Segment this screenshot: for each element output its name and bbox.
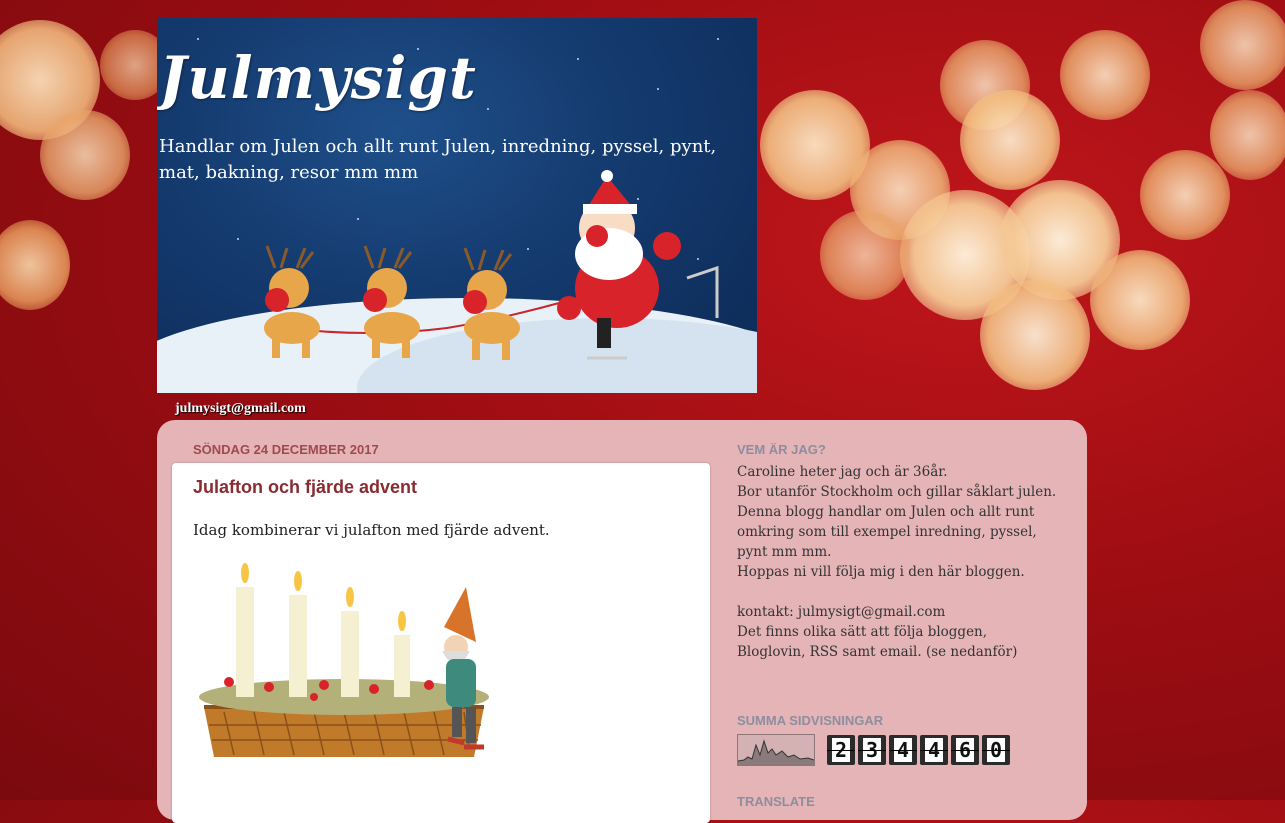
about-text: Caroline heter jag och är 36år. Bor utan… <box>737 462 1057 662</box>
advent-candles-image <box>199 563 489 757</box>
counter-digit: 4 <box>889 735 917 765</box>
about-line: Denna blogg handlar om Julen och allt ru… <box>737 504 1037 560</box>
post-body-text: Idag kombinerar vi julafton med fjärde a… <box>193 521 550 539</box>
contact-line: kontakt: julmysigt@gmail.com <box>737 604 946 620</box>
reindeer-santa-illustration <box>264 170 719 360</box>
counter-digits: 2 3 4 4 6 0 <box>827 735 1010 765</box>
santa <box>557 170 719 360</box>
blog-title[interactable]: Julmysigt <box>159 44 477 112</box>
post-title[interactable]: Julafton och fjärde advent <box>193 477 417 498</box>
stats-title: Summa sidvisningar <box>737 713 884 728</box>
counter-digit: 0 <box>982 735 1010 765</box>
counter-digit: 6 <box>951 735 979 765</box>
content-area: söndag 24 december 2017 Julafton och fjä… <box>157 420 1087 823</box>
about-line: Det finns olika sätt att följa bloggen, … <box>737 624 1018 660</box>
about-line: Bor utanför Stockholm och gillar såklart… <box>737 484 1057 500</box>
about-line <box>737 582 1057 602</box>
pageview-counter: 2 3 4 4 6 0 <box>737 734 1010 766</box>
post-date: söndag 24 december 2017 <box>193 442 379 457</box>
about-title: Vem är jag? <box>737 442 826 457</box>
blog-description: Handlar om Julen och allt runt Julen, in… <box>159 136 717 183</box>
reindeer-1 <box>264 245 320 358</box>
header-email: julmysigt@gmail.com <box>175 401 306 416</box>
counter-digit: 4 <box>920 735 948 765</box>
about-line: Hoppas ni vill följa mig i den här blogg… <box>737 564 1025 580</box>
header-banner: Julmysigt Handlar om Julen och allt runt… <box>157 18 757 393</box>
blog-post: Julafton och fjärde advent Idag kombiner… <box>172 463 710 823</box>
counter-digit: 3 <box>858 735 886 765</box>
about-line: Caroline heter jag och är 36år. <box>737 464 948 480</box>
reindeer-2 <box>363 245 420 358</box>
pageview-sparkline <box>737 734 815 766</box>
reindeer-3 <box>463 247 520 360</box>
counter-digit: 2 <box>827 735 855 765</box>
translate-title: Translate <box>737 794 815 809</box>
